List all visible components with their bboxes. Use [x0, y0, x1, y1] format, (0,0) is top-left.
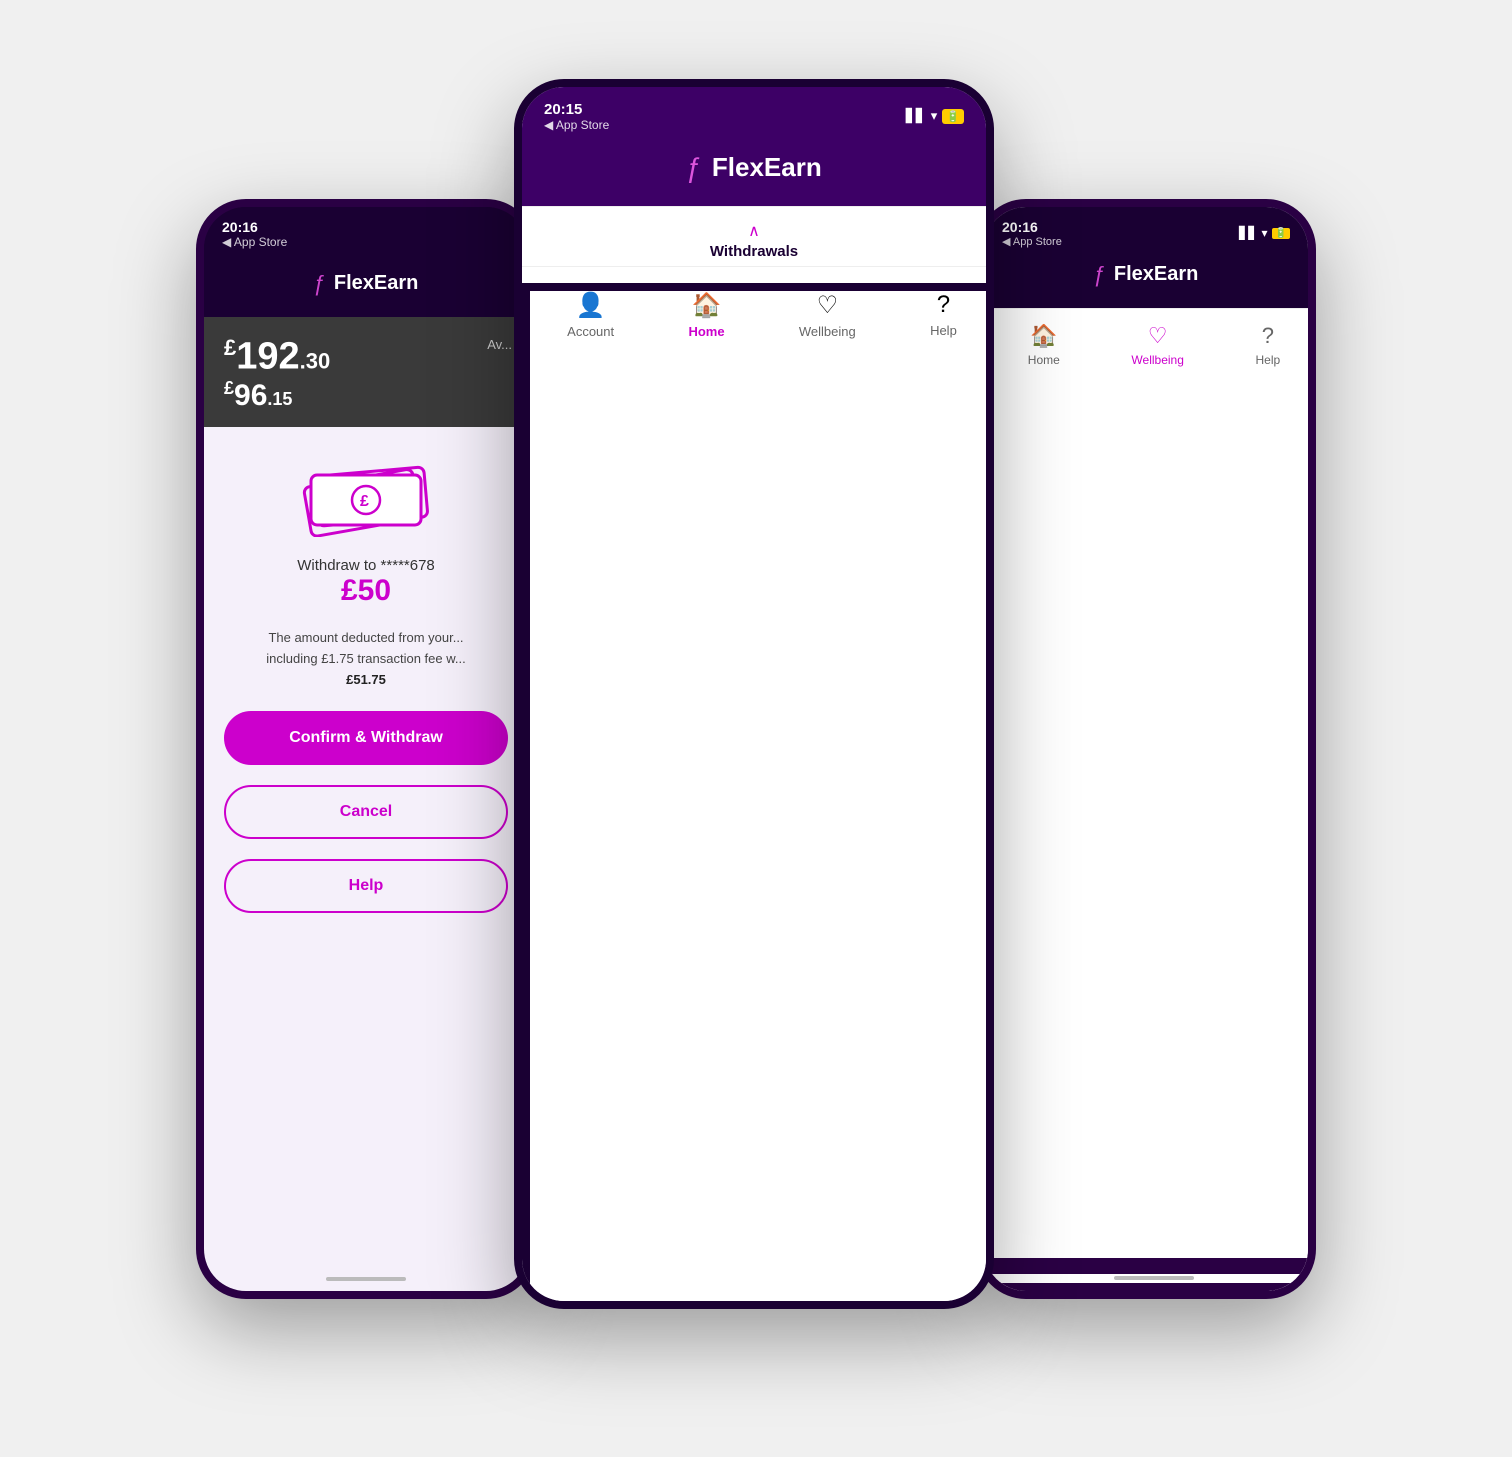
wifi-icon: ▾	[931, 108, 938, 124]
home-indicator	[326, 1277, 406, 1281]
right-status-bar: 20:16 ◀ App Store ▋▋ ▾ 🔋	[984, 207, 1308, 254]
right-phone: 20:16 ◀ App Store ▋▋ ▾ 🔋 ƒ FlexEarn Tool…	[976, 199, 1316, 1299]
nav-help[interactable]: ? Help	[930, 291, 957, 338]
left-phone: 20:16 ◀ App Store ƒ FlexEarn £192.30 £96…	[196, 199, 536, 1299]
left-avail-label: Av...	[487, 337, 512, 352]
left-sub-amount: 96	[234, 379, 267, 412]
right-bottom-nav: 🏠 Home ♡ Wellbeing ? Help	[984, 308, 1316, 1266]
withdrawals-tab[interactable]: ∧ Withdrawals	[522, 206, 986, 266]
deduction-total: £51.75	[266, 670, 465, 691]
right-wifi-icon: ▾	[1262, 226, 1268, 240]
left-main-currency: £	[224, 335, 236, 360]
right-help-label: Help	[1255, 353, 1280, 367]
center-status-time: 20:15	[544, 101, 609, 118]
left-sub-currency: £	[224, 378, 234, 398]
right-nav-wellbeing[interactable]: ♡ Wellbeing	[1131, 323, 1183, 1238]
home-label: Home	[688, 324, 724, 339]
help-button[interactable]: Help	[224, 859, 508, 913]
left-status-time: 20:16	[222, 219, 510, 235]
battery-icon: 🔋	[942, 109, 964, 124]
left-main-decimals: .30	[300, 348, 331, 373]
account-label: Account	[567, 324, 614, 339]
right-status-icons: ▋▋ ▾ 🔋	[1239, 226, 1290, 240]
help-icon: ?	[937, 291, 950, 319]
home-icon: 🏠	[692, 291, 722, 320]
center-status-icons: ▋▋ ▾ 🔋	[906, 108, 964, 124]
withdrawals-label: Withdrawals	[710, 243, 798, 260]
withdraw-to-section: Withdraw to *****678 £50	[297, 557, 435, 608]
left-app-store[interactable]: ◀ App Store	[222, 235, 510, 249]
right-app-title: FlexEarn	[1114, 263, 1198, 286]
chevron-up-icon: ∧	[748, 221, 760, 241]
withdraw-amount: £50	[297, 574, 435, 608]
center-app-store[interactable]: ◀ App Store	[544, 118, 609, 132]
right-status-time: 20:16	[1002, 219, 1062, 235]
right-home-icon: 🏠	[1030, 323, 1057, 349]
nav-home[interactable]: 🏠 Home	[688, 291, 724, 339]
left-header: ƒ FlexEarn	[204, 255, 528, 317]
right-battery-icon: 🔋	[1272, 228, 1290, 239]
right-nav-help[interactable]: ? Help	[1255, 323, 1280, 1238]
left-logo-icon: ƒ	[314, 271, 326, 297]
center-logo-icon: ƒ	[686, 152, 702, 184]
right-signal-icon: ▋▋	[1239, 226, 1257, 240]
right-nav-home[interactable]: 🏠 Home	[1028, 323, 1060, 1238]
left-status-bar: 20:16 ◀ App Store	[204, 207, 528, 255]
center-status-bar: 20:15 ◀ App Store ▋▋ ▾ 🔋	[522, 87, 986, 142]
right-wellbeing-icon: ♡	[1148, 323, 1168, 349]
right-home-bar	[1114, 1276, 1194, 1280]
right-status-left: 20:16 ◀ App Store	[1002, 219, 1062, 248]
nav-wellbeing[interactable]: ♡ Wellbeing	[799, 291, 856, 339]
right-header: ƒ FlexEarn	[984, 254, 1308, 308]
center-header: ƒ FlexEarn	[522, 142, 986, 206]
right-app-store[interactable]: ◀ App Store	[1002, 235, 1062, 248]
left-sub-decimals: .15	[267, 389, 292, 409]
center-app-title: FlexEarn	[712, 152, 822, 183]
left-app-title: FlexEarn	[334, 272, 418, 295]
right-logo-icon: ƒ	[1094, 262, 1106, 288]
help-label: Help	[930, 323, 957, 338]
center-phone: 20:15 ◀ App Store ▋▋ ▾ 🔋 ƒ FlexEarn Time…	[514, 79, 994, 1309]
cancel-button[interactable]: Cancel	[224, 785, 508, 839]
right-home-indicator	[984, 1266, 1316, 1291]
money-icon: £	[296, 457, 436, 537]
nav-account[interactable]: 👤 Account	[567, 291, 614, 339]
center-bottom-nav: 👤 Account 🏠 Home ♡ Wellbeing ? Help	[522, 266, 986, 1309]
withdraw-to-label: Withdraw to *****678	[297, 557, 435, 574]
right-wellbeing-label: Wellbeing	[1131, 353, 1183, 367]
signal-icon: ▋▋	[906, 108, 926, 124]
account-icon: 👤	[576, 291, 606, 320]
wellbeing-icon: ♡	[817, 291, 839, 320]
right-help-icon: ?	[1262, 323, 1274, 349]
wellbeing-label: Wellbeing	[799, 324, 856, 339]
right-home-label: Home	[1028, 353, 1060, 367]
confirm-withdraw-button[interactable]: Confirm & Withdraw	[224, 711, 508, 765]
left-content: £ Withdraw to *****678 £50 The amount de…	[204, 427, 528, 1266]
center-nav-items: 👤 Account 🏠 Home ♡ Wellbeing ? Help	[522, 283, 994, 1309]
left-main-amount: 192	[236, 335, 299, 377]
deduction-text: The amount deducted from your... includi…	[266, 628, 465, 690]
svg-text:£: £	[360, 493, 369, 510]
center-status-left: 20:15 ◀ App Store	[544, 101, 609, 132]
